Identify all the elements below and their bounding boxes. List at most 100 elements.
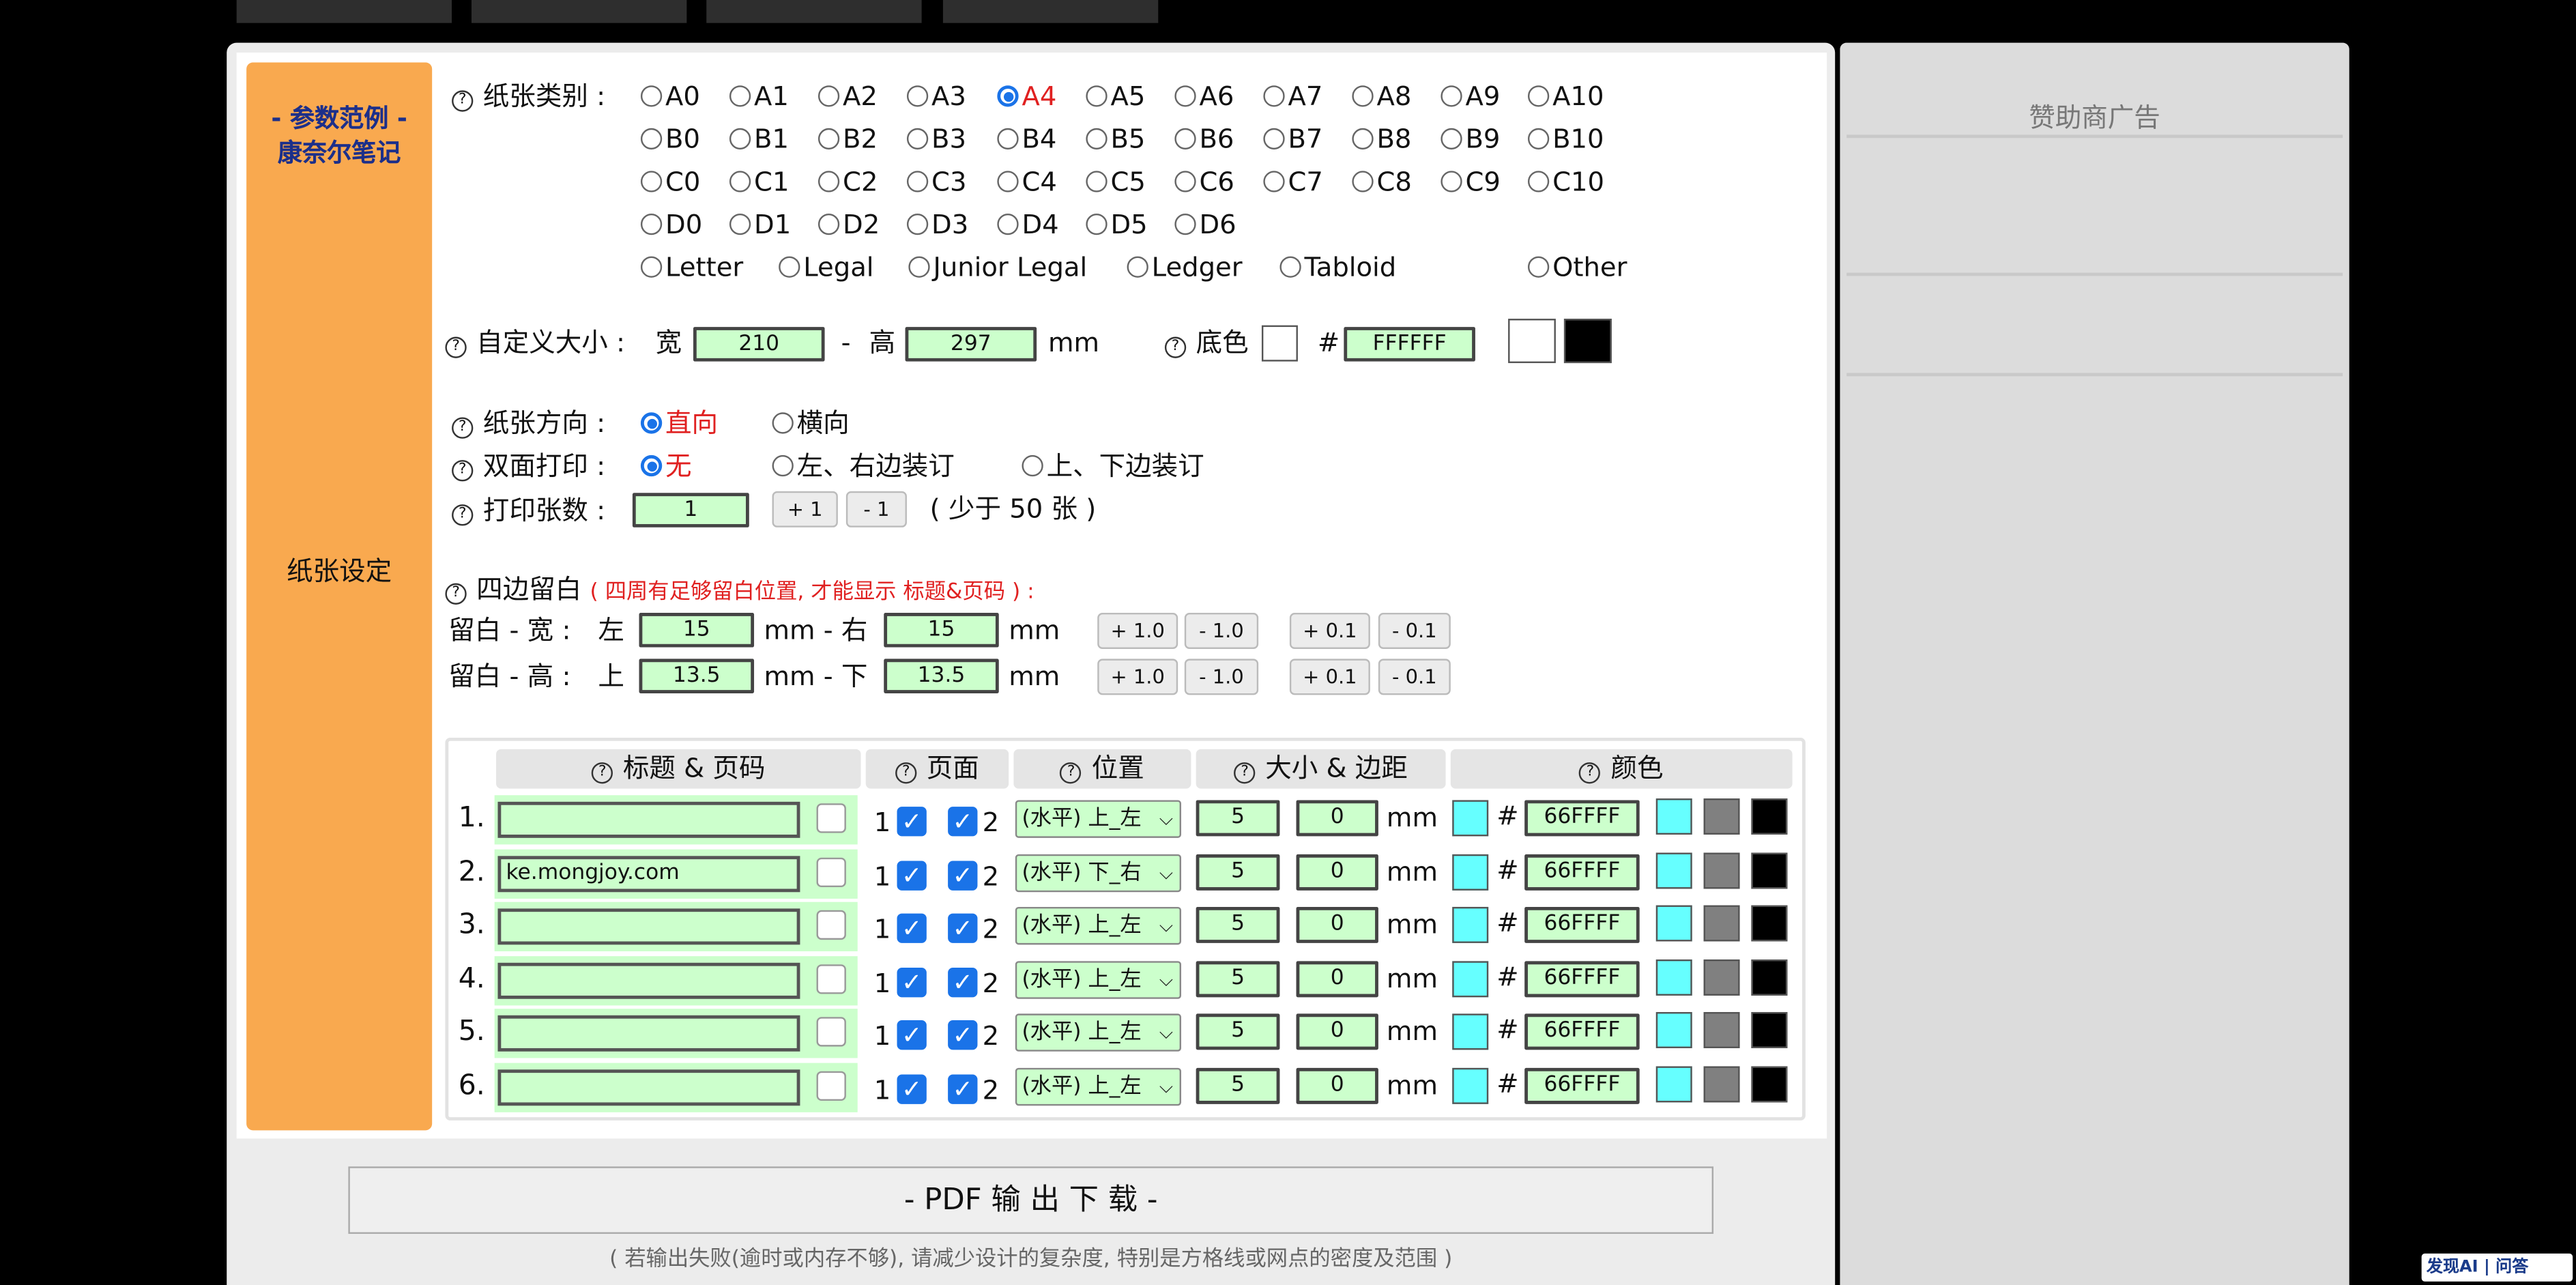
black-swatch[interactable] [1751,959,1788,996]
margin-input[interactable]: 0 [1296,1013,1378,1050]
gray-swatch[interactable] [1703,905,1740,942]
paper-radio-c8[interactable]: C8 [1352,166,1412,199]
title-enable-checkbox[interactable] [816,964,846,994]
bg-color-hex-input[interactable]: FFFFFF [1344,327,1475,362]
help-icon[interactable]: ? [1579,762,1602,784]
duplex-none-radio[interactable]: 无 [640,450,692,483]
paper-radio-other[interactable]: Other [1527,251,1627,284]
help-icon[interactable]: ? [452,504,474,526]
paper-radio-c6[interactable]: C6 [1174,166,1234,199]
margin-input[interactable]: 0 [1296,1067,1378,1104]
color-hex-input[interactable]: 66FFFF [1524,1067,1640,1104]
height-input[interactable]: 297 [905,327,1037,362]
margin-input[interactable]: 0 [1296,906,1378,943]
color-preview[interactable] [1452,906,1489,943]
page-1-checkbox[interactable]: ✓ [897,861,927,891]
page-2-checkbox[interactable]: ✓ [948,807,978,837]
page-1-checkbox[interactable]: ✓ [897,1020,927,1050]
paper-radio-c4[interactable]: C4 [997,166,1057,199]
help-icon[interactable]: ? [445,583,467,605]
paper-radio-c0[interactable]: C0 [640,166,700,199]
title-enable-checkbox[interactable] [816,857,846,888]
paper-radio-a10[interactable]: A10 [1527,81,1604,113]
margin-height-plus-01-button[interactable]: + 0.1 [1289,659,1370,695]
paper-radio-b4[interactable]: B4 [997,124,1056,156]
help-icon[interactable]: ? [592,762,613,784]
color-hex-input[interactable]: 66FFFF [1524,800,1640,837]
help-icon[interactable]: ? [1234,762,1256,784]
gray-swatch[interactable] [1703,852,1740,889]
title-enable-checkbox[interactable] [816,1017,846,1047]
help-icon[interactable]: ? [895,762,917,784]
position-select[interactable]: (水平) 下_右 ⌵ [1015,854,1181,893]
paper-radio-b3[interactable]: B3 [906,124,966,156]
margin-width-minus-01-button[interactable]: - 0.1 [1378,612,1451,649]
paper-radio-b0[interactable]: B0 [640,124,700,156]
position-select[interactable]: (水平) 上_左 ⌵ [1015,906,1181,945]
gray-swatch[interactable] [1703,1012,1740,1048]
page-2-checkbox[interactable]: ✓ [948,913,978,943]
bg-color-preview[interactable] [1261,325,1298,362]
margin-height-plus-1-button[interactable]: + 1.0 [1097,659,1178,695]
black-swatch[interactable] [1751,1066,1788,1103]
margin-height-minus-01-button[interactable]: - 0.1 [1378,659,1451,695]
page-2-checkbox[interactable]: ✓ [948,861,978,891]
paper-radio-d0[interactable]: D0 [640,209,702,242]
title-input[interactable] [497,962,800,999]
example-title[interactable]: 康奈尔笔记 [246,136,432,171]
color-hex-input[interactable]: 66FFFF [1524,854,1640,891]
top-tab-2[interactable] [471,0,687,23]
margin-bottom-input[interactable]: 13.5 [884,659,999,693]
paper-radio-ledger[interactable]: Ledger [1127,251,1243,284]
color-hex-input[interactable]: 66FFFF [1524,906,1640,943]
margin-right-input[interactable]: 15 [884,612,999,648]
width-input[interactable]: 210 [693,327,825,362]
margin-height-minus-1-button[interactable]: - 1.0 [1184,659,1259,695]
position-select[interactable]: (水平) 上_左 ⌵ [1015,800,1181,838]
page-2-checkbox[interactable]: ✓ [948,1074,978,1104]
black-swatch[interactable] [1751,1012,1788,1048]
title-input[interactable] [497,908,800,945]
paper-radio-c1[interactable]: C1 [729,166,789,199]
title-enable-checkbox[interactable] [816,910,846,940]
paper-radio-a8[interactable]: A8 [1352,81,1411,113]
margin-input[interactable]: 0 [1296,854,1378,891]
cyan-swatch[interactable] [1655,852,1692,889]
paper-radio-d5[interactable]: D5 [1086,209,1148,242]
color-preview[interactable] [1452,1067,1489,1104]
paper-radio-a7[interactable]: A7 [1263,81,1322,113]
paper-radio-c3[interactable]: C3 [906,166,966,199]
bg-white-swatch[interactable] [1508,319,1556,364]
margin-width-minus-1-button[interactable]: - 1.0 [1184,612,1259,649]
page-2-checkbox[interactable]: ✓ [948,968,978,998]
paper-radio-d2[interactable]: D2 [817,209,880,242]
paper-radio-d3[interactable]: D3 [906,209,968,242]
help-icon[interactable]: ? [1164,336,1187,358]
paper-radio-a9[interactable]: A9 [1441,81,1500,113]
title-input[interactable] [497,1015,800,1052]
orientation-landscape-radio[interactable]: 横向 [772,407,850,440]
paper-radio-c7[interactable]: C7 [1263,166,1323,199]
top-tab-4[interactable] [942,0,1159,23]
duplex-top-radio[interactable]: 上、下边装订 [1022,450,1204,483]
paper-radio-c5[interactable]: C5 [1086,166,1146,199]
help-icon[interactable]: ? [452,417,474,439]
bg-black-swatch[interactable] [1563,319,1612,364]
color-preview[interactable] [1452,961,1489,998]
page-1-checkbox[interactable]: ✓ [897,913,927,943]
black-swatch[interactable] [1751,852,1788,889]
size-input[interactable]: 5 [1196,800,1280,837]
paper-radio-b10[interactable]: B10 [1527,124,1604,156]
title-input[interactable]: ke.mongjoy.com [497,856,800,893]
margin-width-plus-1-button[interactable]: + 1.0 [1097,612,1178,649]
top-tab-1[interactable] [236,0,452,23]
paper-radio-b8[interactable]: B8 [1352,124,1411,156]
cyan-swatch[interactable] [1655,1012,1692,1048]
margin-width-plus-01-button[interactable]: + 0.1 [1289,612,1370,649]
paper-radio-b6[interactable]: B6 [1174,124,1234,156]
color-hex-input[interactable]: 66FFFF [1524,961,1640,998]
margin-input[interactable]: 0 [1296,961,1378,998]
title-enable-checkbox[interactable] [816,1071,846,1101]
copies-input[interactable]: 1 [632,493,749,528]
paper-radio-c10[interactable]: C10 [1527,166,1604,199]
